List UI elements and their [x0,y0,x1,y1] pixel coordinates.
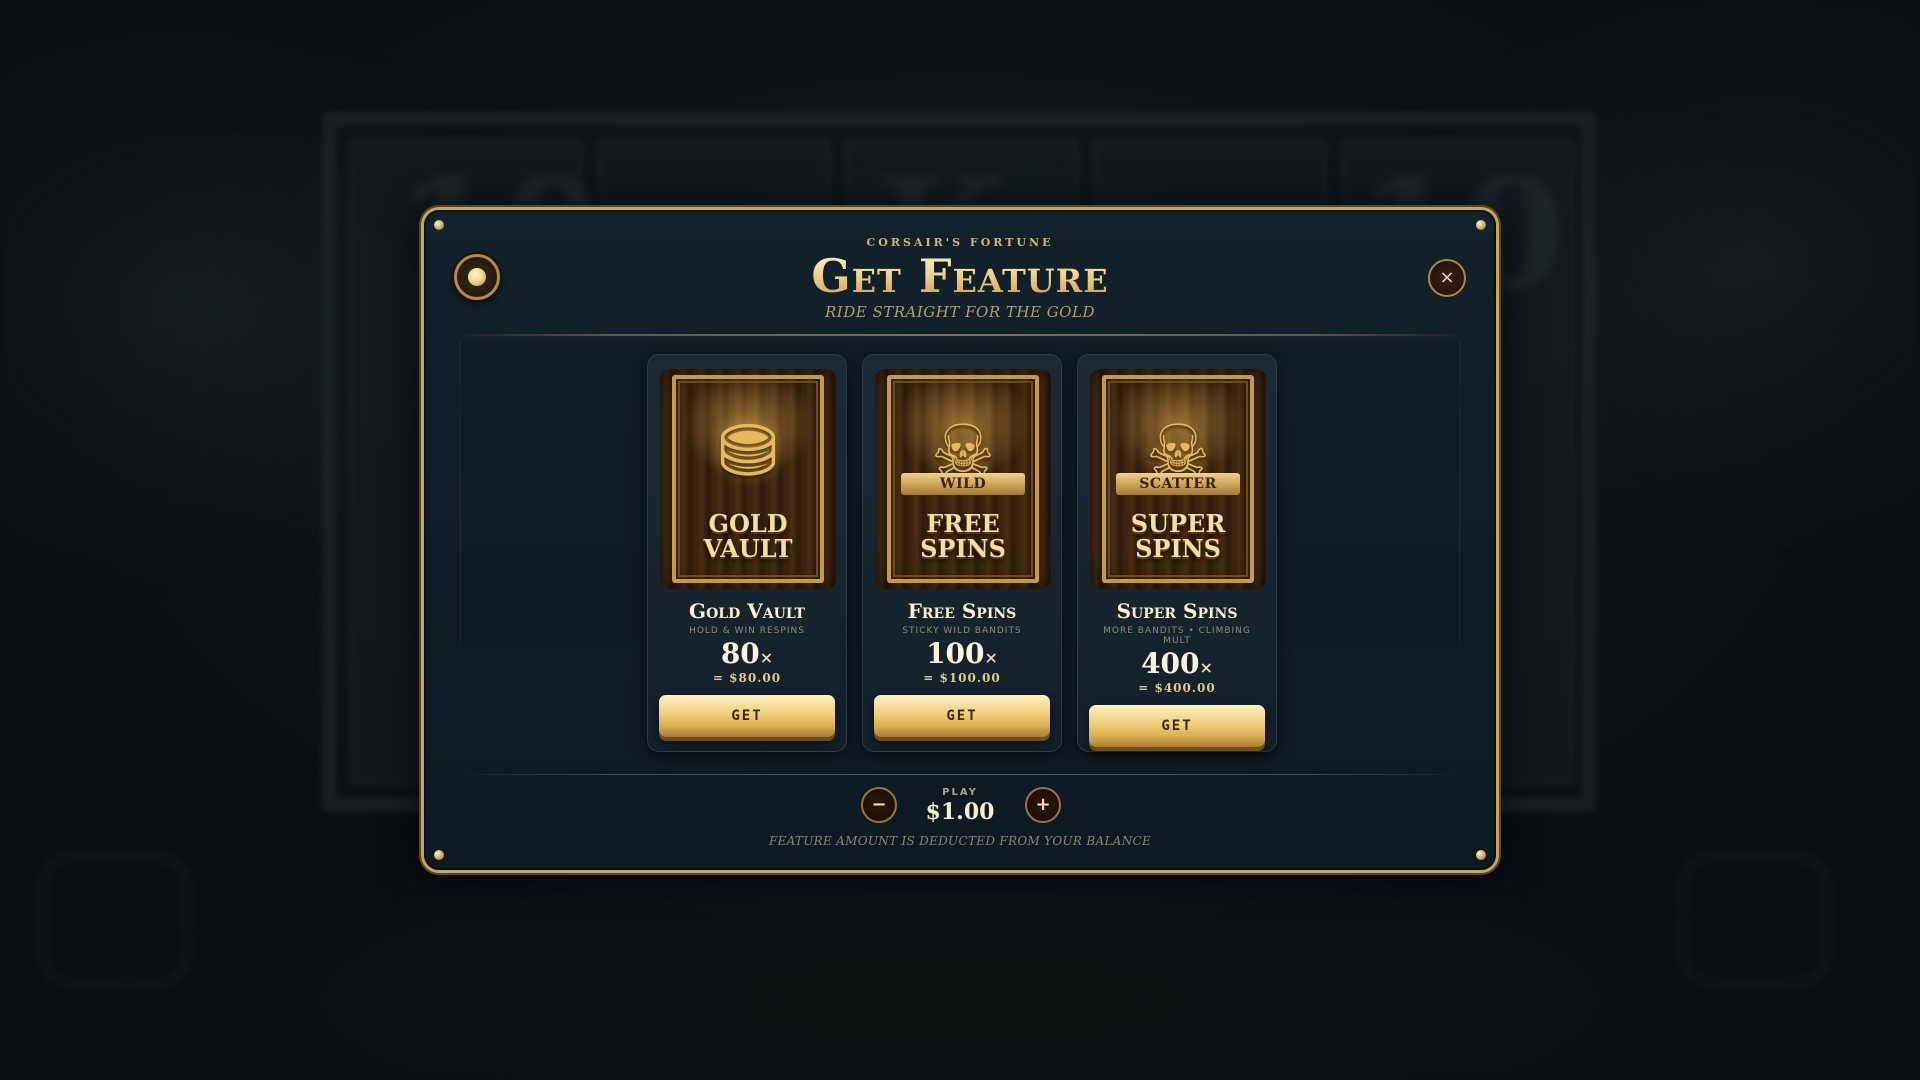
get-free-spins-button[interactable]: GET [874,695,1050,737]
feature-art-label: Super Spins [1130,509,1226,563]
feature-description: More Bandits • Climbing Mult [1103,626,1251,646]
feature-description: Hold & Win Respins [689,626,805,636]
get-gold-vault-button[interactable]: GET [659,695,835,737]
feature-multiplier: 100× [926,637,998,670]
feature-price: = $100.00 [923,671,1001,685]
bet-value: $1.00 [925,799,995,825]
feature-price: = $80.00 [712,671,782,685]
game-name: Corsair's Fortune [866,236,1054,249]
play-label: PLAY [942,787,978,798]
rivet-decoration [1476,220,1486,230]
feature-card-super-spins[interactable]: ☠ SCATTER Super Spins Super Spins More B… [1077,354,1277,752]
balance-footnote: Feature amount is deducted from your bal… [768,834,1152,848]
feature-multiplier: 80× [720,637,774,670]
feature-multiplier: 400× [1141,647,1213,680]
feature-card-gold-vault[interactable]: ⛃ Gold Vault Gold Vault Hold & Win Respi… [647,354,847,752]
rivet-decoration [434,850,444,860]
feature-art-label: Gold Vault [703,509,793,563]
get-super-spins-button[interactable]: GET [1089,705,1265,747]
treasure-chest-icon: ⛃ [717,409,779,493]
wild-banner: WILD [901,473,1025,495]
feature-art: ☠ SCATTER Super Spins [1090,369,1266,589]
get-feature-modal: × Corsair's Fortune Get Feature Ride str… [421,207,1499,873]
rivet-decoration [1476,850,1486,860]
feature-title: Free Spins [907,599,1017,623]
feature-art: ☠ WILD Free Spins [875,369,1051,589]
feature-art-label: Free Spins [920,509,1006,563]
rivet-decoration [434,220,444,230]
modal-title: Get Feature [424,251,1496,301]
increase-bet-button[interactable]: + [1025,787,1061,823]
feature-description: Sticky Wild Bandits [902,626,1022,636]
feature-card-free-spins[interactable]: ☠ WILD Free Spins Free Spins Sticky Wild… [862,354,1062,752]
scatter-banner: SCATTER [1116,473,1240,495]
modal-tagline: Ride straight for the gold [825,303,1095,321]
feature-price: = $400.00 [1138,681,1216,695]
header-divider [456,334,1464,336]
feature-title: Gold Vault [689,599,805,623]
feature-title: Super Spins [1116,599,1238,623]
feature-art: ⛃ Gold Vault [660,369,836,589]
modal-header: Corsair's Fortune Get Feature Ride strai… [424,236,1496,321]
footer-divider [456,774,1464,775]
